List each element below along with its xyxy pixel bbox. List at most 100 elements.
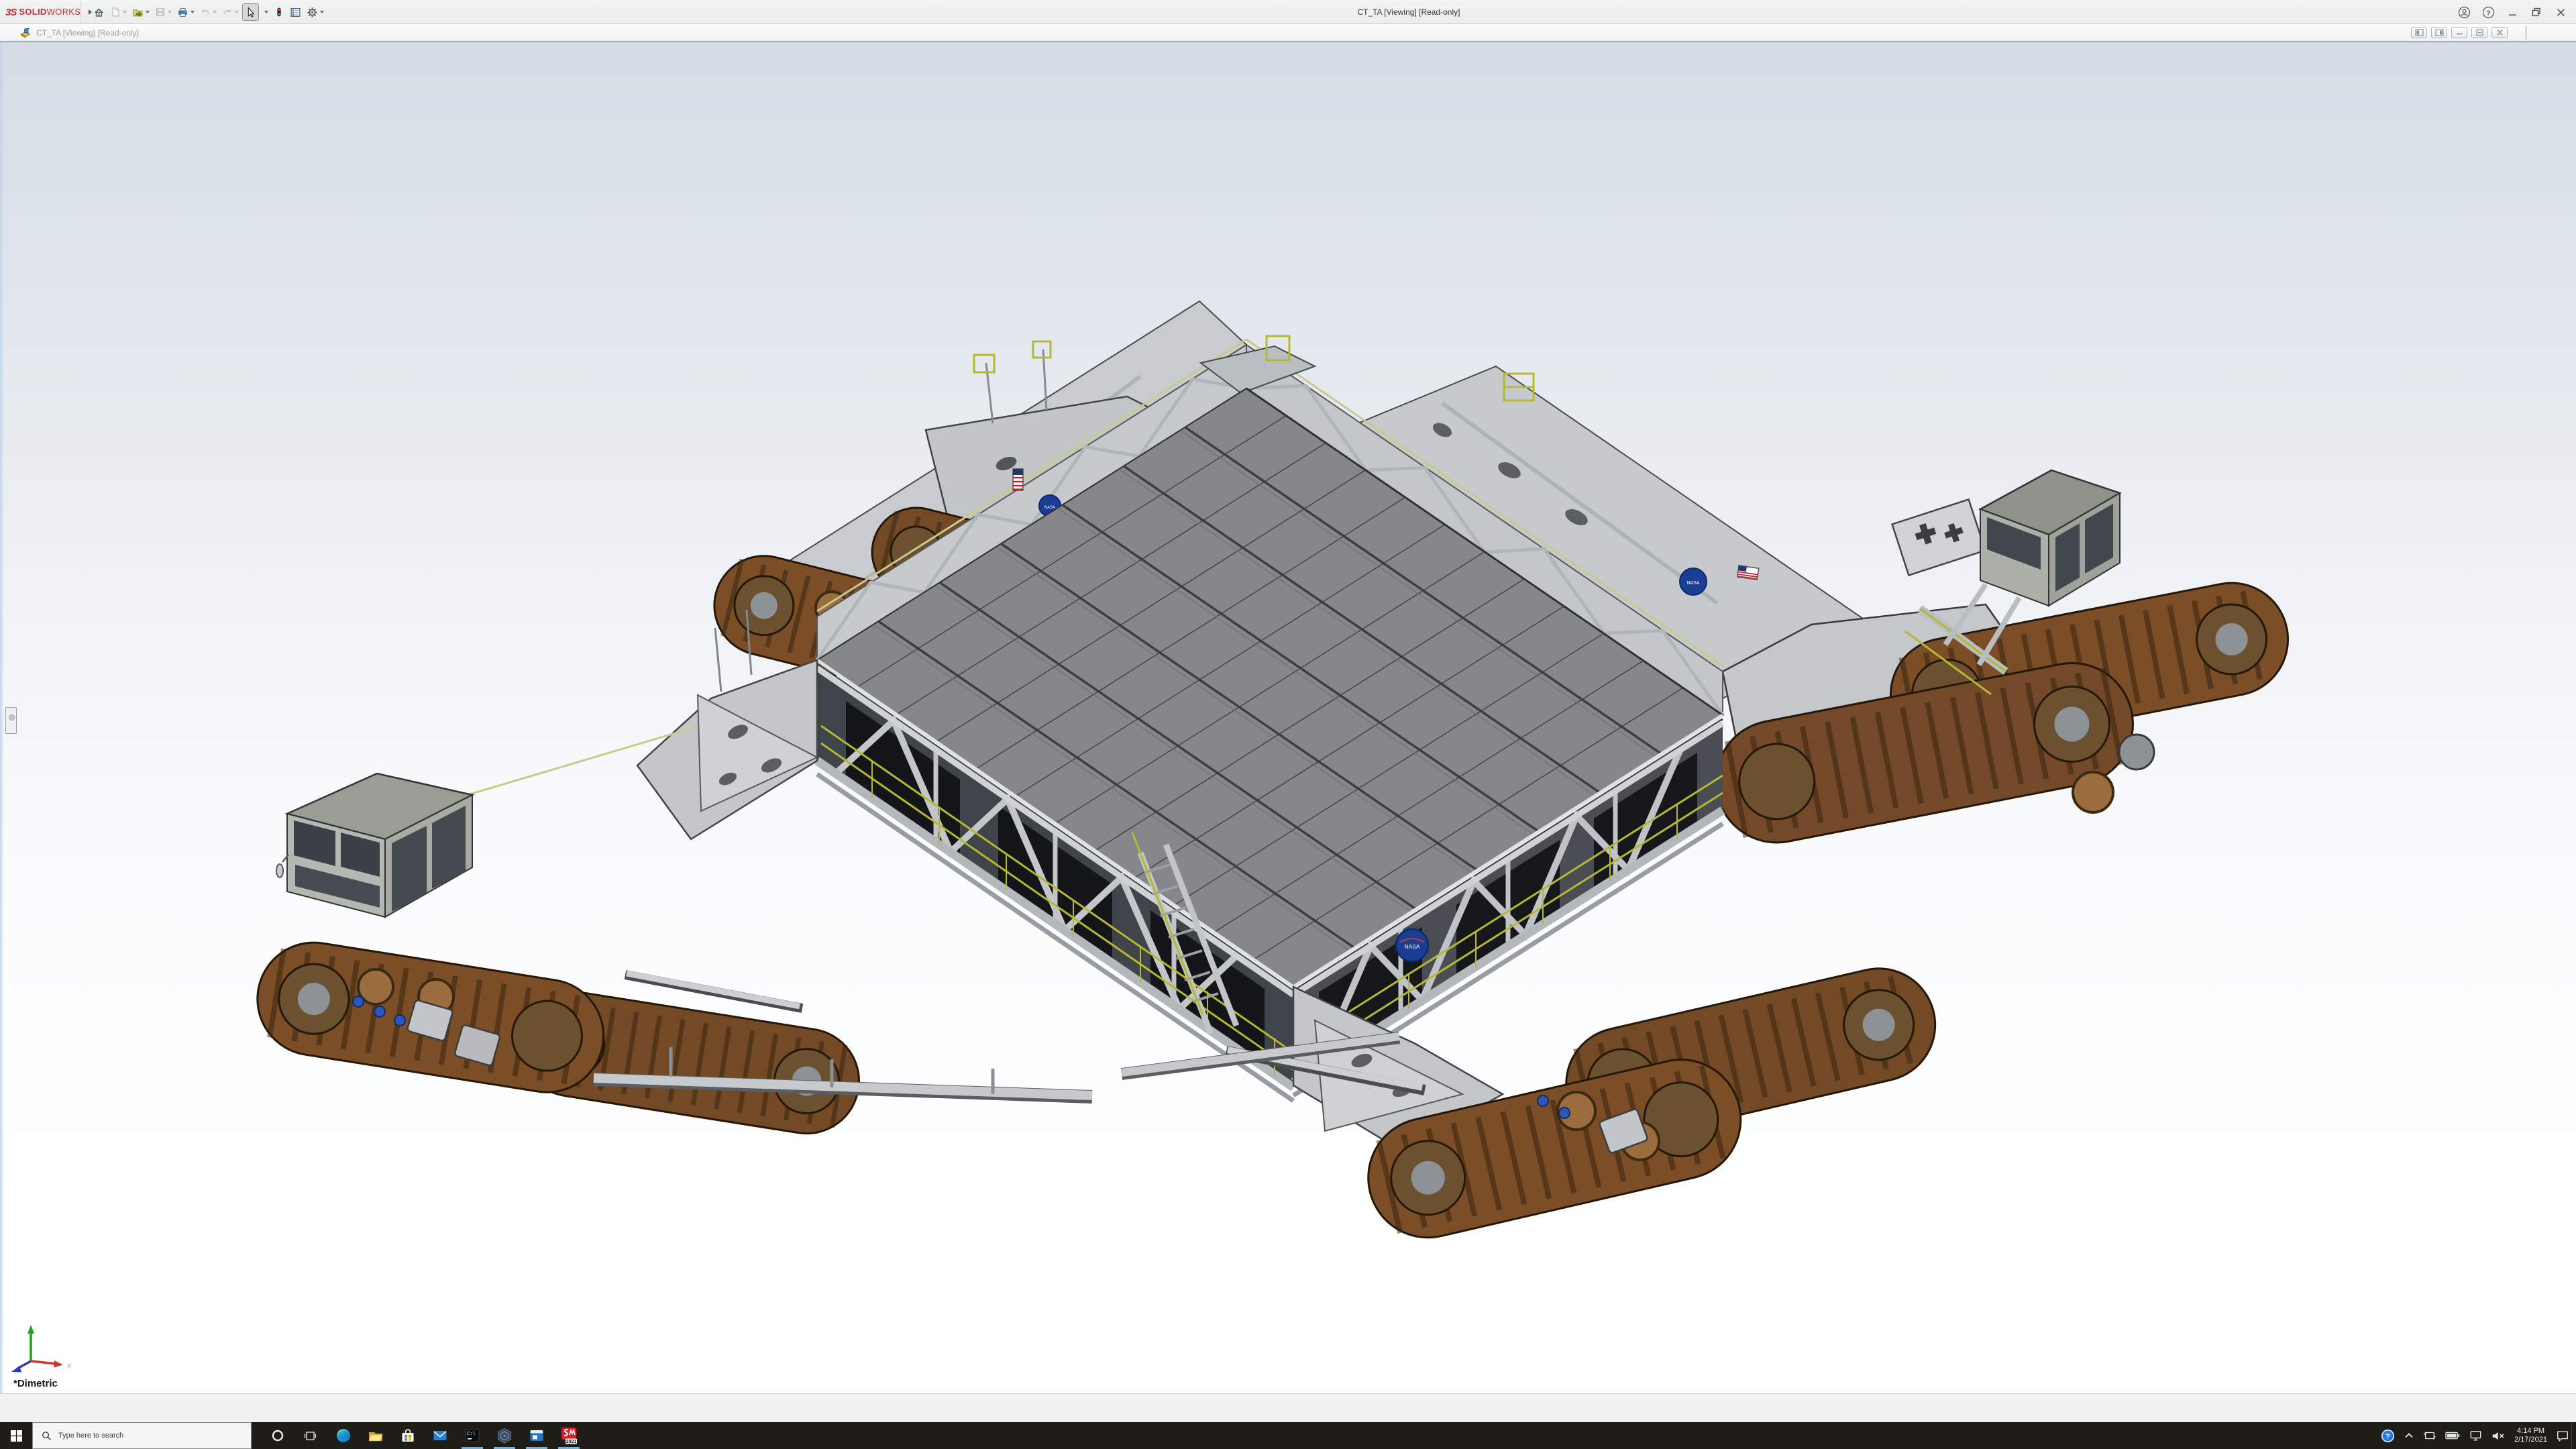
home-icon — [93, 7, 105, 18]
file-explorer-icon — [368, 1428, 384, 1444]
redo-button[interactable] — [220, 3, 241, 21]
quick-access-toolbar — [91, 2, 326, 22]
document-title: CT_TA [Viewing] [Read-only] — [36, 24, 139, 42]
svg-text:C:\: C:\ — [467, 1432, 476, 1437]
home-button[interactable] — [91, 3, 107, 21]
svg-text:2021: 2021 — [566, 1440, 577, 1444]
doc-restore-button[interactable] — [2471, 27, 2487, 38]
display-pane-button[interactable] — [288, 3, 303, 21]
tray-wireless-display[interactable] — [2423, 1430, 2436, 1442]
search-input[interactable] — [58, 1432, 226, 1440]
action-center-icon — [2556, 1430, 2569, 1442]
svg-text:?: ? — [2385, 1432, 2390, 1440]
taskbar-clock[interactable]: 4:14 PM 2/17/2021 — [2514, 1427, 2547, 1444]
help-button[interactable]: ? — [2478, 2, 2498, 22]
stoplight-button[interactable] — [272, 3, 286, 21]
edge-icon — [335, 1428, 352, 1444]
cortana-icon — [271, 1429, 284, 1442]
minimize-icon — [2508, 8, 2517, 17]
pane-right-button[interactable] — [2431, 27, 2447, 38]
taskbar-app-command-prompt[interactable]: C:\ — [456, 1422, 488, 1449]
taskbar-app-hexagon[interactable] — [488, 1422, 521, 1449]
restore-button[interactable] — [2526, 2, 2546, 22]
user-icon — [2458, 6, 2471, 19]
orientation-triad[interactable]: x — [8, 1320, 75, 1376]
pane-left-button[interactable] — [2411, 27, 2427, 38]
options-button[interactable] — [305, 3, 326, 21]
us-flag-decal-right — [1737, 566, 1759, 580]
open-button[interactable] — [130, 3, 152, 21]
mail-icon — [432, 1428, 448, 1444]
pane-left-icon — [2415, 29, 2424, 36]
restore-icon — [2532, 7, 2541, 17]
solidworks-logo: 3S SOLIDWORKS — [5, 0, 92, 24]
close-button[interactable] — [2551, 2, 2571, 22]
taskbar-app-solidworks[interactable]: 2021 — [553, 1422, 585, 1449]
command-prompt-icon: C:\ — [464, 1428, 480, 1444]
tray-hidden-icons-chevron[interactable] — [2404, 1430, 2414, 1441]
new-document-button[interactable] — [108, 3, 129, 21]
taskbar-app-file-explorer[interactable] — [360, 1422, 392, 1449]
start-button[interactable] — [0, 1422, 32, 1449]
account-button[interactable] — [2454, 2, 2474, 22]
taskbar-app-blue-window[interactable] — [521, 1422, 553, 1449]
stoplight-icon — [274, 7, 284, 17]
print-dropdown-caret[interactable] — [191, 11, 195, 13]
undo-button[interactable] — [198, 3, 219, 21]
left-operator-cab — [276, 773, 472, 917]
taskbar-app-mail[interactable] — [424, 1422, 456, 1449]
nasa-logo-decal-front: NASA — [1396, 929, 1428, 961]
task-view-button[interactable] — [294, 1422, 326, 1449]
feature-panel-collapsed-handle[interactable] — [5, 707, 17, 734]
ethernet-network-icon — [2469, 1430, 2483, 1442]
part-document-icon — [20, 28, 32, 39]
tray-network[interactable] — [2469, 1430, 2483, 1442]
svg-text:?: ? — [2486, 9, 2490, 17]
windows-taskbar: C:\ — [0, 1422, 2576, 1449]
windows-logo-icon — [11, 1430, 22, 1442]
svg-text:NASA: NASA — [1686, 581, 1699, 586]
graphics-viewport[interactable]: NASA NASA — [0, 42, 2576, 1393]
window-controls: ? — [2454, 0, 2571, 24]
undo-dropdown-caret[interactable] — [213, 11, 217, 13]
new-dropdown-caret[interactable] — [123, 11, 127, 13]
action-center-button[interactable] — [2556, 1430, 2569, 1442]
select-dropdown-caret — [264, 11, 268, 13]
open-icon — [132, 7, 144, 18]
tray-battery[interactable] — [2445, 1430, 2460, 1441]
pane-right-icon — [2435, 29, 2444, 36]
options-dropdown-caret[interactable] — [320, 11, 324, 13]
view-orientation-label: *Dimetric — [13, 1378, 58, 1389]
microsoft-store-icon — [400, 1428, 416, 1444]
brand-text-light: WORKS — [47, 7, 81, 17]
solidworks-application-window: 3S SOLIDWORKS — [0, 0, 2576, 1449]
wireless-display-icon — [2423, 1430, 2436, 1442]
tray-volume-muted[interactable] — [2491, 1430, 2506, 1442]
select-dropdown-button[interactable] — [260, 3, 270, 21]
print-button[interactable] — [175, 3, 197, 21]
redo-dropdown-caret[interactable] — [235, 11, 239, 13]
save-button[interactable] — [153, 3, 174, 21]
show-desktop-button[interactable] — [2571, 1422, 2576, 1449]
doc-restore-icon — [2475, 29, 2484, 36]
new-document-icon — [110, 7, 121, 17]
tray-help-button[interactable]: ? — [2381, 1429, 2395, 1443]
solidworks-2021-icon: 2021 — [560, 1427, 578, 1444]
open-dropdown-caret[interactable] — [146, 11, 150, 13]
doc-minimize-button[interactable] — [2451, 27, 2467, 38]
taskbar-search[interactable] — [32, 1422, 252, 1449]
taskbar-app-edge[interactable] — [327, 1422, 360, 1449]
front-left-crawler-truck — [250, 934, 867, 1141]
select-tool-button[interactable] — [242, 3, 259, 21]
triad-x-arrow — [54, 1360, 63, 1368]
doc-minimize-icon — [2455, 29, 2464, 36]
save-icon — [155, 7, 166, 17]
cortana-button[interactable] — [262, 1422, 294, 1449]
volume-muted-icon — [2491, 1430, 2506, 1442]
doc-close-button[interactable] — [2491, 27, 2508, 38]
minimize-button[interactable] — [2502, 2, 2522, 22]
triad-x-label: x — [66, 1360, 72, 1370]
taskbar-app-store[interactable] — [392, 1422, 424, 1449]
3d-model-crawler-transporter[interactable]: NASA NASA — [0, 42, 2576, 1393]
save-dropdown-caret[interactable] — [168, 11, 172, 13]
